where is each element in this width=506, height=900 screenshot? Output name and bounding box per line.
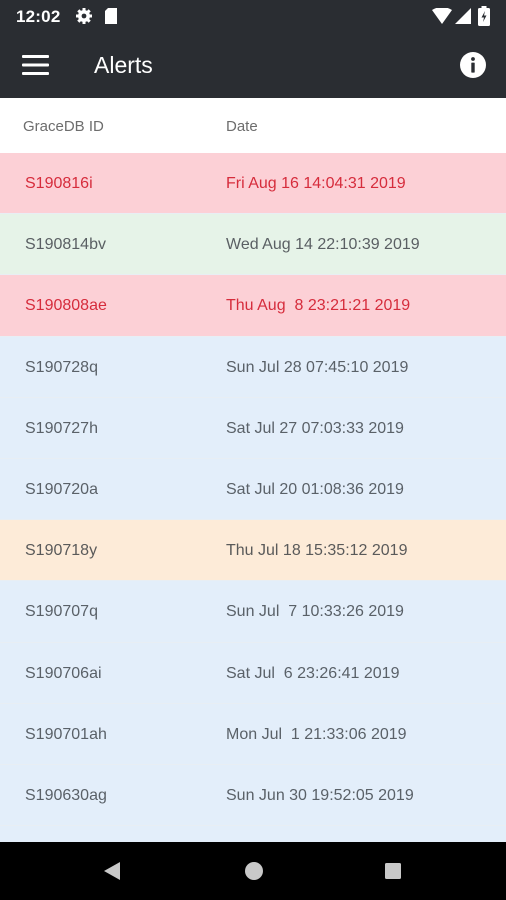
status-time: 12:02	[16, 7, 61, 26]
header-gracedb-id: GraceDB ID	[23, 118, 104, 135]
row-gracedb-id: S190727h	[25, 419, 98, 437]
row-gracedb-id: S190720a	[25, 480, 98, 498]
info-icon	[460, 52, 486, 78]
row-gracedb-id: S190816i	[25, 175, 93, 192]
row-gracedb-id: S190814bv	[25, 236, 106, 254]
row-date: Sun Jun 30 19:52:05 2019	[226, 786, 414, 804]
row-gracedb-id: S190728q	[25, 358, 98, 376]
row-gracedb-id: S190701ah	[25, 725, 107, 743]
battery-icon	[478, 6, 490, 26]
row-date: Sat Jul 20 01:08:36 2019	[226, 480, 404, 498]
table-row[interactable]: S190808ae Thu Aug 8 23:21:21 2019	[0, 275, 506, 337]
status-bar: 12:02	[0, 0, 506, 32]
alerts-list[interactable]: S190816i Fri Aug 16 14:04:31 2019 S190814b…	[0, 153, 506, 842]
recents-icon	[385, 863, 401, 879]
page-title: Alerts	[94, 52, 153, 78]
navigation-bar	[0, 842, 506, 900]
header-date: Date	[226, 118, 258, 135]
sd-card-icon	[105, 8, 117, 24]
recents-button[interactable]	[378, 856, 408, 886]
row-gracedb-id: S190718y	[25, 542, 98, 560]
row-date: Sat Jul 6 23:26:41 2019	[226, 664, 400, 682]
signal-icon	[455, 8, 471, 24]
table-row[interactable]: S190720a Sat Jul 20 01:08:36 2019	[0, 458, 506, 521]
table-row[interactable]: S190701ah Mon Jul 1 21:33:06 2019	[0, 703, 506, 765]
row-date: Sun Jul 7 10:33:26 2019	[226, 603, 404, 621]
back-icon	[104, 862, 120, 880]
row-date: Thu Aug 8 23:21:21 2019	[226, 297, 411, 315]
back-button[interactable]	[98, 856, 128, 886]
table-row[interactable]: S190706ai Sat Jul 6 23:26:41 2019	[0, 642, 506, 704]
table-row[interactable]: S190630ag Sun Jun 30 19:52:05 2019	[0, 764, 506, 827]
row-date: Thu Jul 18 15:35:12 2019	[226, 542, 408, 560]
row-date: Sat Jul 27 07:03:33 2019	[226, 419, 404, 437]
wifi-icon	[432, 8, 452, 24]
table-row[interactable]: S190728q Sun Jul 28 07:45:10 2019	[0, 336, 506, 398]
info-button[interactable]	[458, 50, 488, 80]
row-gracedb-id: S190630ag	[25, 786, 107, 804]
row-date: Sun Jul 28 07:45:10 2019	[226, 358, 409, 376]
table-header: GraceDB ID Date	[0, 98, 506, 154]
app-bar: Alerts	[0, 32, 506, 98]
row-gracedb-id: S190706ai	[25, 664, 102, 682]
row-gracedb-id: S190707q	[25, 603, 98, 621]
menu-button[interactable]	[14, 45, 56, 85]
table-row[interactable]: S190814bv Wed Aug 14 22:10:39 2019	[0, 214, 506, 276]
row-date: Fri Aug 16 14:04:31 2019	[226, 175, 406, 192]
row-date: Wed Aug 14 22:10:39 2019	[226, 236, 420, 254]
row-date: Mon Jul 1 21:33:06 2019	[226, 725, 407, 743]
table-row[interactable]: S190718y Thu Jul 18 15:35:12 2019	[0, 520, 506, 582]
home-icon	[245, 862, 263, 880]
table-row[interactable]: S190707q Sun Jul 7 10:33:26 2019	[0, 581, 506, 643]
table-row[interactable]: S190816i Fri Aug 16 14:04:31 2019	[0, 153, 506, 215]
table-row[interactable]: S190727h Sat Jul 27 07:03:33 2019	[0, 397, 506, 459]
menu-icon	[22, 55, 49, 75]
settings-icon	[76, 8, 92, 24]
table-row[interactable]	[0, 826, 506, 842]
home-button[interactable]	[239, 856, 269, 886]
row-gracedb-id: S190808ae	[25, 297, 107, 315]
